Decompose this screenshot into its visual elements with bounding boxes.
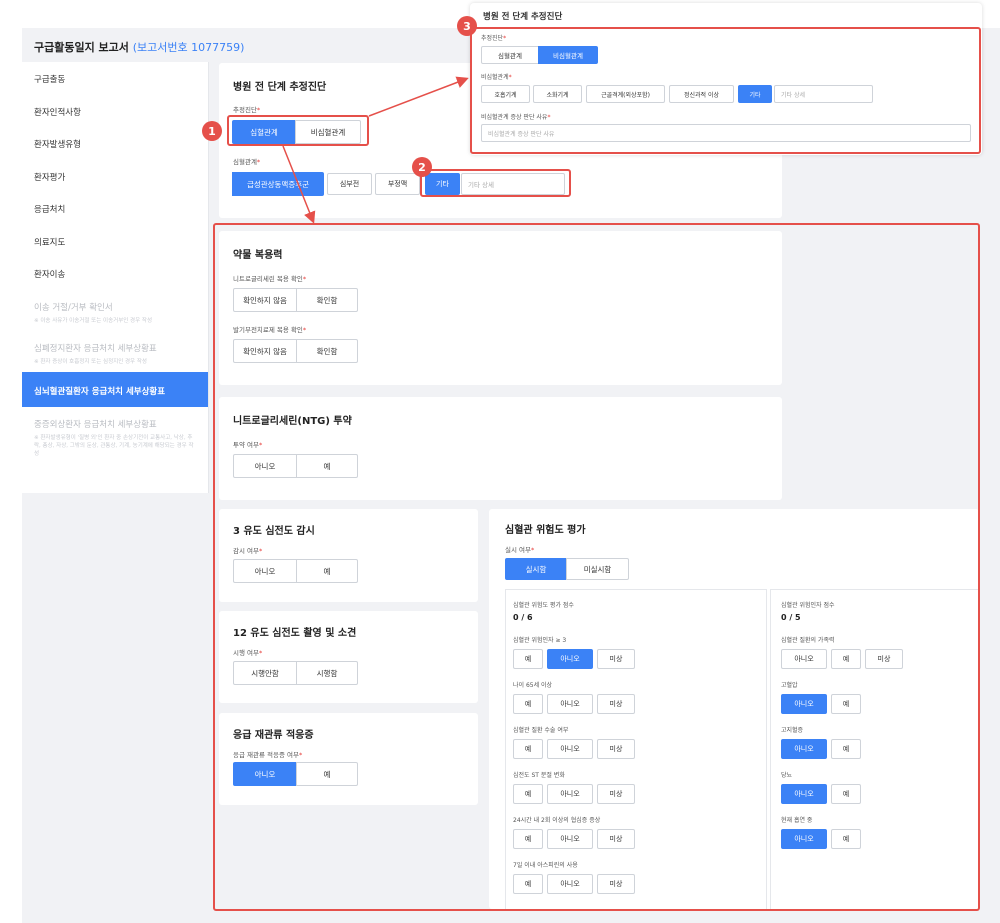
badge-1: 1 — [202, 121, 222, 141]
annotation-arrows — [282, 76, 469, 224]
arrow-to-section — [282, 145, 316, 224]
badge-3: 3 — [457, 16, 477, 36]
arrow-to-popup — [368, 76, 469, 117]
badge-2: 2 — [412, 157, 432, 177]
